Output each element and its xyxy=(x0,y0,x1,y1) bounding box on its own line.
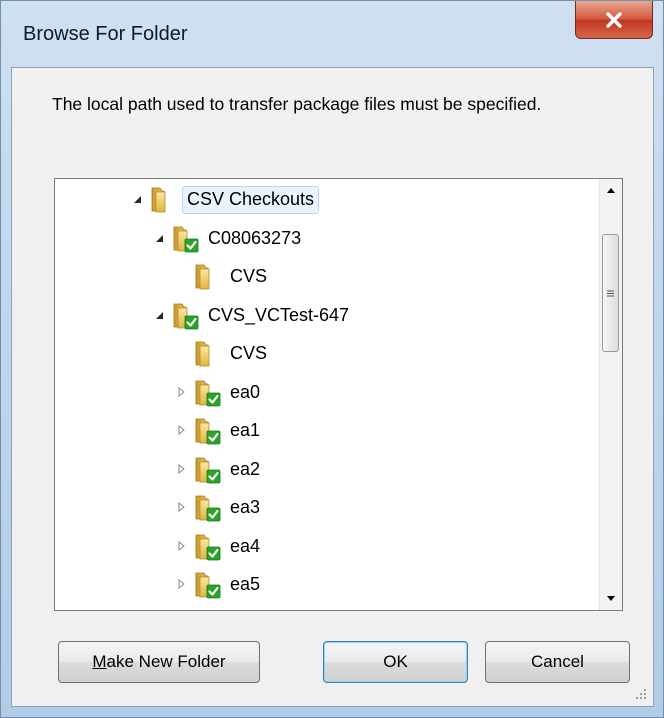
expanded-triangle-icon[interactable] xyxy=(130,192,144,206)
tree-item-label: ea3 xyxy=(230,497,261,517)
tree-item-label: ea2 xyxy=(230,458,261,479)
collapsed-triangle-icon[interactable] xyxy=(174,423,188,437)
close-icon xyxy=(606,11,622,28)
tree-item[interactable]: ea4 xyxy=(55,530,595,562)
collapsed-triangle-icon[interactable] xyxy=(174,500,188,514)
ok-button[interactable]: OK xyxy=(323,641,468,683)
tree-item[interactable]: ea3 xyxy=(55,491,595,523)
tree-item[interactable]: CVS xyxy=(55,337,595,369)
tree-item-label: CSV Checkouts xyxy=(182,186,320,214)
collapsed-triangle-icon[interactable] xyxy=(174,385,188,399)
tree-item[interactable]: ea0 xyxy=(55,376,595,408)
resize-grip-icon[interactable] xyxy=(633,686,647,700)
cancel-label: Cancel xyxy=(531,652,584,671)
tree-item-label: ea5 xyxy=(230,574,261,594)
grip-lines-icon xyxy=(607,290,614,296)
scroll-up-button[interactable] xyxy=(600,179,622,201)
folder-synced-icon xyxy=(192,453,224,485)
description-text: The local path used to transfer package … xyxy=(52,94,542,114)
arrow-down-icon xyxy=(607,596,615,601)
tree-item-label: CVS xyxy=(230,266,268,286)
folder-synced-icon xyxy=(170,299,202,331)
tree-item-label: ea0 xyxy=(230,381,261,402)
folder-synced-icon xyxy=(192,376,224,408)
make-new-folder-label: Make New Folder xyxy=(92,652,225,672)
folder-icon xyxy=(148,183,180,215)
tree-item-label: C08063273 xyxy=(208,227,302,248)
tree-item[interactable]: ea1 xyxy=(55,414,595,446)
tree-item-label: CVS xyxy=(230,343,268,363)
tree-item-label: ea4 xyxy=(230,535,261,556)
arrow-up-icon xyxy=(607,188,615,193)
ok-label: OK xyxy=(383,652,408,671)
scroll-down-button[interactable] xyxy=(600,588,622,610)
browse-for-folder-dialog: Browse For Folder The local path used to… xyxy=(0,0,664,718)
dialog-body: The local path used to transfer package … xyxy=(11,67,654,707)
folder-synced-icon xyxy=(192,491,224,523)
folder-synced-icon xyxy=(192,414,224,446)
folder-synced-icon xyxy=(192,530,224,562)
vertical-scrollbar[interactable] xyxy=(599,179,622,610)
title-bar[interactable]: Browse For Folder xyxy=(1,1,663,67)
mnemonic-char: M xyxy=(92,652,107,671)
make-new-folder-button[interactable]: Make New Folder xyxy=(58,641,260,683)
tree-item-label: ea1 xyxy=(230,420,261,440)
folder-tree[interactable]: CSV Checkouts C08063273 CVS CVS_VCTest-647 C… xyxy=(54,178,623,611)
window-title: Browse For Folder xyxy=(23,23,188,45)
collapsed-triangle-icon[interactable] xyxy=(174,539,188,553)
tree-item[interactable]: ea5 xyxy=(55,568,595,600)
folder-synced-icon xyxy=(192,568,224,600)
expanded-triangle-icon[interactable] xyxy=(152,231,166,245)
folder-icon xyxy=(192,260,224,292)
tree-item[interactable]: ea2 xyxy=(55,453,595,485)
tree-item[interactable]: CVS xyxy=(55,260,595,292)
collapsed-triangle-icon[interactable] xyxy=(174,462,188,476)
tree-item[interactable]: C08063273 xyxy=(55,222,595,254)
label-rest: ake New Folder xyxy=(106,652,226,671)
cancel-button[interactable]: Cancel xyxy=(485,641,630,683)
tree-item[interactable]: CSV Checkouts xyxy=(55,183,595,215)
close-button[interactable] xyxy=(575,1,653,39)
expanded-triangle-icon[interactable] xyxy=(152,308,166,322)
folder-synced-icon xyxy=(170,222,202,254)
scroll-thumb[interactable] xyxy=(602,234,619,352)
folder-icon xyxy=(192,337,224,369)
tree-item[interactable]: CVS_VCTest-647 xyxy=(55,299,595,331)
tree-item-label: CVS_VCTest-647 xyxy=(208,304,350,325)
collapsed-triangle-icon[interactable] xyxy=(174,577,188,591)
